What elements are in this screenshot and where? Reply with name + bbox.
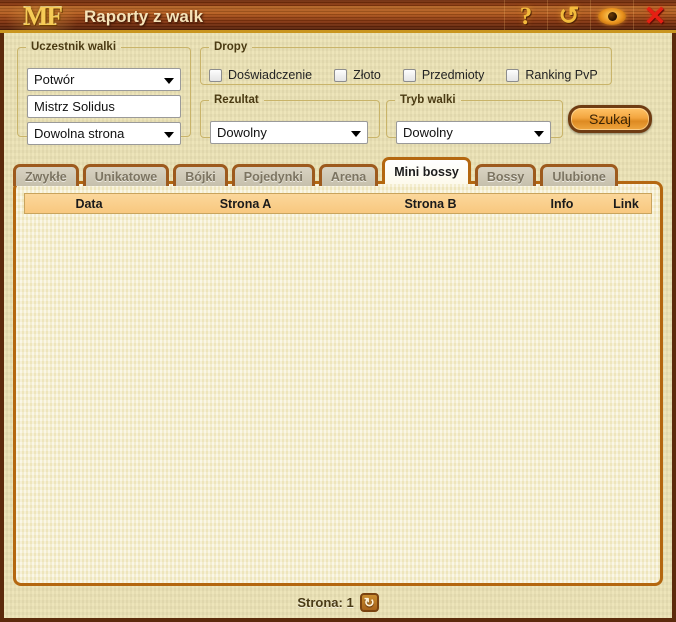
tab-label: Ulubione: [552, 169, 606, 184]
search-button[interactable]: Szukaj: [568, 105, 652, 133]
checkbox-przedmioty[interactable]: Przedmioty: [402, 68, 485, 82]
mf-logo: MF: [6, 0, 78, 30]
tab-label: Unikatowe: [94, 169, 158, 184]
reports-window: MF Raporty z walk ? ↺ ✕ Uczestnik walki: [0, 0, 676, 622]
window-titlebar: MF Raporty z walk ? ↺ ✕: [0, 0, 676, 33]
tab-label: Bójki: [185, 169, 216, 184]
mode-legend: Tryb walki: [400, 94, 456, 106]
chevron-down-icon: [534, 130, 544, 137]
eye-shape: [598, 8, 626, 25]
refresh-glyph: ↻: [363, 594, 375, 610]
reports-panel: Data Strona A Strona B Info Link: [13, 181, 663, 586]
checkbox-box[interactable]: [506, 68, 520, 82]
search-button-label: Szukaj: [588, 111, 632, 127]
mode-fieldset: Tryb walki Dowolny: [386, 94, 563, 144]
drops-checkbox-row: Doświadczenie Złoto Przedmioty Ranking P…: [209, 68, 616, 82]
tab-label: Mini bossy: [394, 165, 459, 179]
participant-side-value: Dowolna strona: [34, 126, 125, 141]
column-header-strona-a: Strona A: [219, 196, 272, 211]
checkbox-label: Doświadczenie: [228, 68, 313, 82]
tab-bojki[interactable]: Bójki: [173, 164, 228, 186]
search-form: Uczestnik walki Potwór Dowolna strona Dr…: [4, 33, 672, 146]
checkbox-box[interactable]: [334, 68, 348, 82]
result-legend: Rezultat: [214, 94, 259, 106]
checkbox-label: Złoto: [353, 68, 381, 82]
checkbox-ranking-pvp[interactable]: Ranking PvP: [506, 68, 598, 82]
chevron-down-icon: [351, 130, 361, 137]
report-tabs: Zwykłe Unikatowe Bójki Pojedynki Arena M…: [13, 157, 622, 186]
participant-side-select[interactable]: Dowolna strona: [27, 122, 181, 145]
pagination-footer: Strona: 1 ↻: [4, 586, 672, 618]
tab-mini-bossy[interactable]: Mini bossy: [382, 157, 471, 184]
eye-icon[interactable]: [590, 0, 633, 30]
refresh-page-icon[interactable]: ↻: [359, 592, 379, 612]
chevron-down-icon: [164, 77, 174, 84]
mode-value: Dowolny: [403, 125, 453, 140]
drops-fieldset: Dropy Doświadczenie Złoto Przedmioty Ran…: [200, 41, 612, 85]
help-glyph: ?: [519, 3, 533, 30]
reports-table-header: Data Strona A Strona B Info Link: [24, 193, 652, 214]
column-header-data: Data: [75, 196, 103, 211]
tab-label: Zwykłe: [25, 169, 67, 184]
tab-zwykle[interactable]: Zwykłe: [13, 164, 79, 186]
column-header-info: Info: [550, 196, 574, 211]
checkbox-label: Ranking PvP: [525, 68, 598, 82]
refresh-icon[interactable]: ↺: [547, 0, 590, 30]
eye-pupil: [607, 12, 617, 21]
tab-pojedynki[interactable]: Pojedynki: [231, 164, 315, 186]
refresh-glyph: ↺: [558, 3, 580, 30]
window-title: Raporty z walk: [84, 7, 204, 26]
checkbox-box[interactable]: [402, 68, 416, 82]
tab-arena[interactable]: Arena: [318, 164, 379, 186]
checkbox-zloto[interactable]: Złoto: [334, 68, 381, 82]
tab-ulubione[interactable]: Ulubione: [540, 164, 618, 186]
column-header-strona-b: Strona B: [404, 196, 457, 211]
tab-label: Pojedynki: [243, 169, 303, 184]
tab-bossy[interactable]: Bossy: [474, 164, 537, 186]
participant-type-value: Potwór: [34, 72, 75, 87]
column-header-link: Link: [613, 196, 639, 211]
participant-fieldset: Uczestnik walki Potwór Dowolna strona: [17, 41, 191, 145]
result-select[interactable]: Dowolny: [210, 121, 368, 144]
checkbox-doswiadczenie[interactable]: Doświadczenie: [209, 68, 312, 82]
close-glyph: ✕: [643, 1, 667, 31]
participant-type-select[interactable]: Potwór: [27, 68, 181, 91]
page-indicator: Strona: 1: [297, 594, 354, 610]
help-icon[interactable]: ?: [504, 0, 547, 30]
close-icon[interactable]: ✕: [633, 0, 676, 31]
tab-label: Arena: [330, 169, 367, 184]
drops-legend: Dropy: [214, 41, 248, 53]
mode-select[interactable]: Dowolny: [396, 121, 551, 144]
checkbox-box[interactable]: [209, 68, 222, 82]
participant-name-input[interactable]: [27, 95, 181, 118]
tab-label: Bossy: [486, 169, 525, 184]
result-fieldset: Rezultat Dowolny: [200, 94, 380, 144]
participant-legend: Uczestnik walki: [31, 41, 117, 53]
chevron-down-icon: [164, 131, 174, 138]
tab-unikatowe[interactable]: Unikatowe: [82, 164, 170, 186]
result-value: Dowolny: [217, 125, 267, 140]
titlebar-icon-group: ? ↺ ✕: [504, 0, 676, 31]
checkbox-label: Przedmioty: [421, 68, 485, 82]
